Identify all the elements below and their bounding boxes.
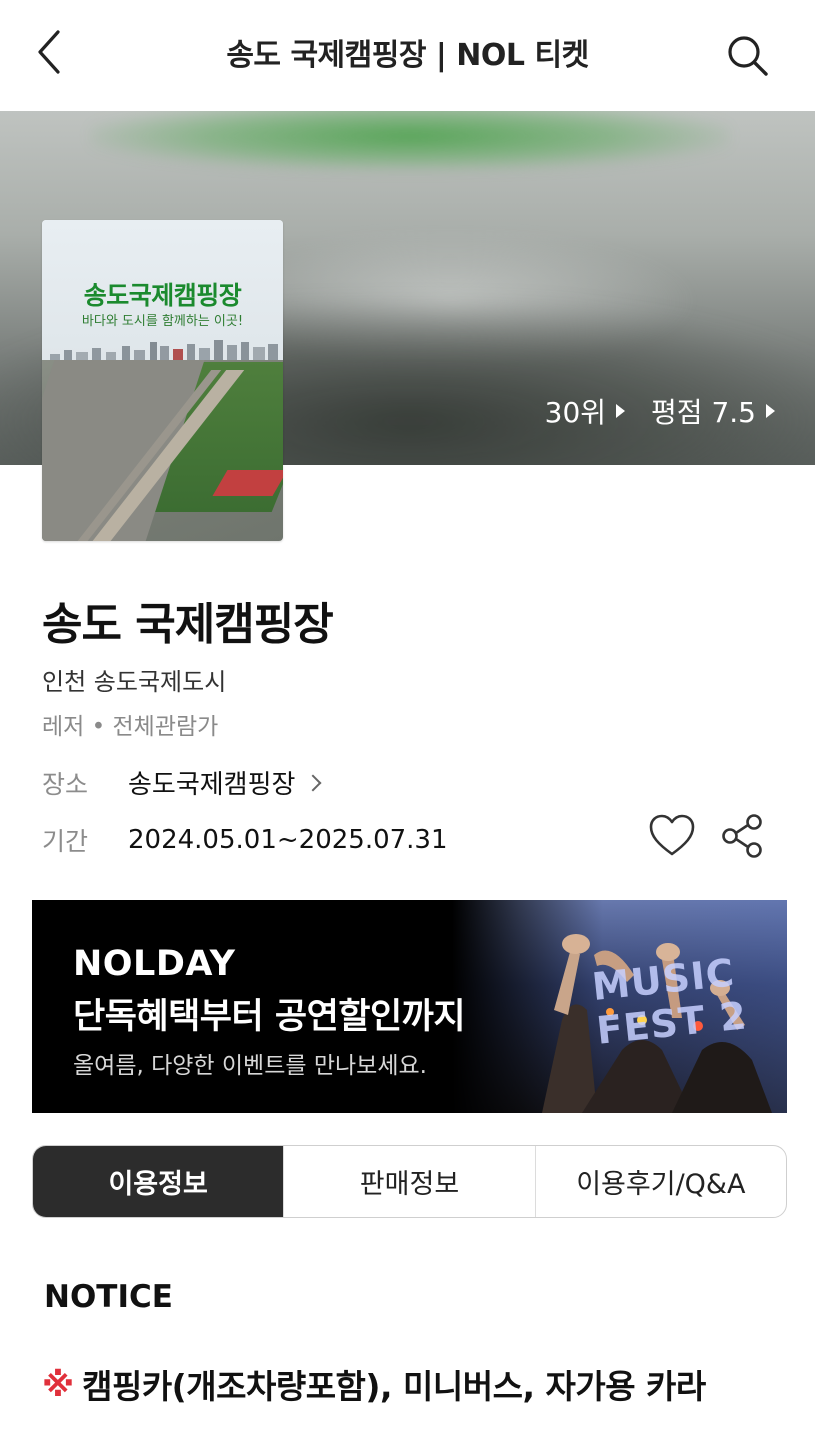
venue-row[interactable]: 장소 송도국제캠핑장 bbox=[42, 764, 322, 801]
notice-heading: NOTICE bbox=[44, 1279, 173, 1315]
hero-stats: 30위 평점 7.5 bbox=[545, 391, 775, 431]
reference-mark-icon: ※ bbox=[42, 1364, 75, 1404]
search-icon bbox=[728, 36, 768, 76]
event-location: 인천 송도국제도시 bbox=[42, 668, 227, 696]
rank-text: 30위 bbox=[544, 396, 607, 429]
share-icon bbox=[722, 814, 762, 858]
share-button[interactable] bbox=[720, 812, 766, 860]
top-bar: 송도 국제캠핑장 | NOL 티켓 bbox=[0, 0, 815, 111]
rating-text: 평점 7.5 bbox=[651, 396, 756, 429]
chevron-right-icon bbox=[304, 774, 322, 791]
detail-tabs: 이용정보 판매정보 이용후기/Q&A bbox=[32, 1145, 787, 1218]
caret-right-icon bbox=[616, 404, 626, 418]
period-row: 기간 2024.05.01~2025.07.31 bbox=[42, 822, 448, 858]
hero-blur-green bbox=[90, 111, 730, 171]
banner-title-2: 단독혜택부터 공연할인까지 bbox=[73, 997, 466, 1037]
banner-subtitle: 올여름, 다양한 이벤트를 만나보세요. bbox=[73, 1053, 427, 1079]
rating-link[interactable]: 평점 7.5 bbox=[651, 391, 775, 431]
poster-title: 송도국제캠핑장 bbox=[83, 281, 242, 310]
caret-right-icon bbox=[766, 404, 775, 418]
banner-title-1: NOLDAY bbox=[73, 944, 236, 984]
poster-subtitle: 바다와 도시를 함께하는 이곳! bbox=[81, 314, 244, 329]
search-button[interactable] bbox=[718, 26, 778, 86]
tab-usage-info[interactable]: 이용정보 bbox=[33, 1146, 285, 1217]
event-category: 레저 • 전체관람가 bbox=[42, 714, 219, 740]
page-title: 송도 국제캠핑장 | NOL 티켓 bbox=[226, 38, 589, 73]
period-label: 기간 bbox=[42, 827, 89, 856]
tab-sales-info[interactable]: 판매정보 bbox=[284, 1146, 536, 1217]
rank-link[interactable]: 30위 bbox=[544, 391, 626, 431]
event-title: 송도 국제캠핑장 bbox=[42, 599, 334, 650]
promo-banner[interactable]: NOLDAY 단독혜택부터 공연할인까지 올여름, 다양한 이벤트를 만나보세요… bbox=[32, 900, 787, 1113]
notice-item: ※ 캠핑카(개조차량포함), 미니버스, 자가용 카라 bbox=[42, 1360, 706, 1408]
tab-reviews-qa[interactable]: 이용후기/Q&A bbox=[536, 1146, 786, 1217]
venue-value: 송도국제캠핑장 bbox=[128, 770, 296, 800]
heart-icon bbox=[649, 814, 695, 856]
notice-text: 캠핑카(개조차량포함), 미니버스, 자가용 카라 bbox=[82, 1367, 706, 1406]
period-value: 2024.05.01~2025.07.31 bbox=[128, 825, 448, 855]
poster-image[interactable]: 송도국제캠핑장 바다와 도시를 함께하는 이곳! bbox=[42, 220, 283, 541]
venue-label: 장소 bbox=[42, 769, 89, 799]
like-button[interactable] bbox=[648, 812, 696, 860]
